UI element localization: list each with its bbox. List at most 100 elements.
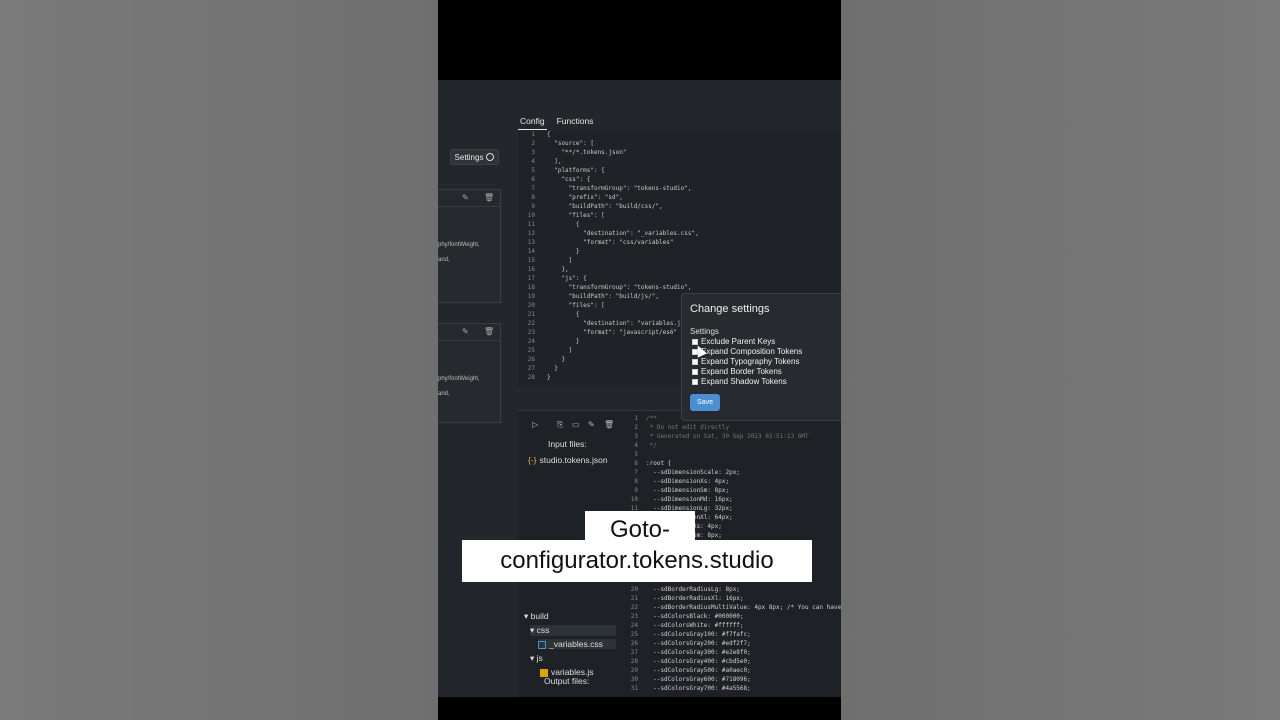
- gear-icon: [486, 153, 495, 161]
- code-line: 19 "buildPath": "build/js/",: [518, 293, 659, 302]
- checkbox[interactable]: [692, 358, 698, 365]
- code-text: "source": [: [547, 140, 594, 147]
- tab-functions[interactable]: Functions: [555, 116, 596, 130]
- tree-folder-css[interactable]: ▾ css: [530, 625, 616, 636]
- line-number: 23: [527, 329, 535, 336]
- option-expand-shadow[interactable]: Expand Shadow Tokens: [692, 377, 787, 386]
- line-number: 27: [527, 365, 535, 372]
- chevron-down-icon: ▾: [530, 653, 537, 663]
- settings-section-label: Settings: [690, 327, 719, 336]
- save-button[interactable]: Save: [690, 394, 720, 411]
- option-label: Expand Shadow Tokens: [701, 377, 787, 386]
- card-text-line: and,: [438, 257, 450, 263]
- tree-file-variables-js[interactable]: variables.js: [540, 667, 594, 677]
- checkbox[interactable]: [692, 338, 698, 345]
- js-file-icon: [540, 668, 548, 677]
- code-line: 8 "prefix": "sd",: [518, 194, 622, 203]
- code-text: "platforms": {: [547, 167, 605, 174]
- code-text: {: [547, 311, 580, 318]
- checkbox[interactable]: [692, 368, 698, 375]
- input-file-item[interactable]: {-} studio.tokens.json: [528, 455, 608, 465]
- edit-icon[interactable]: ✎: [588, 420, 595, 429]
- video-frame: Settings ✎ 🗑 phy/fontWeight, and, ✎ 🗑 ph…: [0, 0, 1280, 720]
- line-number: 2: [634, 424, 638, 431]
- edit-icon[interactable]: ✎: [462, 327, 469, 336]
- code-text: --sdDimensionMd: 16px;: [646, 496, 733, 503]
- play-icon[interactable]: ▷: [532, 420, 538, 429]
- settings-button[interactable]: Settings: [450, 149, 499, 165]
- code-text: "**/*.tokens.json": [547, 149, 627, 156]
- line-number: 6: [634, 460, 638, 467]
- code-line: 21 {: [518, 311, 580, 320]
- code-text: --sdColorsGray200: #edf2f7;: [646, 640, 751, 647]
- json-file-icon: {-}: [528, 455, 537, 465]
- code-line: 24 }: [518, 338, 580, 347]
- change-settings-modal: Change settings Settings Exclude Parent …: [681, 293, 841, 421]
- option-exclude-parent-keys[interactable]: Exclude Parent Keys: [692, 337, 775, 346]
- output-code-line: 26 --sdColorsGray200: #edf2f7;: [628, 640, 751, 649]
- line-number: 15: [527, 257, 535, 264]
- code-text: "transformGroup": "tokens-studio",: [547, 185, 692, 192]
- tree-folder-build[interactable]: ▾ build: [524, 611, 549, 622]
- code-text: {: [547, 221, 580, 228]
- code-text: --sdBorderRadiusLg: 8px;: [646, 586, 740, 593]
- new-folder-icon[interactable]: ▭: [572, 420, 580, 429]
- tree-file-variables-css[interactable]: _variables.css: [538, 639, 616, 649]
- tree-label: js: [536, 653, 543, 663]
- code-text: ],: [547, 158, 562, 165]
- checkbox[interactable]: [692, 378, 698, 385]
- trash-icon[interactable]: 🗑: [604, 420, 614, 429]
- code-text: "format": "javascript/es6": [547, 329, 678, 336]
- option-expand-typography[interactable]: Expand Typography Tokens: [692, 357, 799, 366]
- code-line: 22 "destination": "variables.j: [518, 320, 681, 329]
- option-expand-composition[interactable]: Expand Composition Tokens: [692, 347, 802, 356]
- tree-folder-js[interactable]: ▾ js: [530, 653, 543, 664]
- css-file-icon: [538, 640, 546, 649]
- line-number: 27: [630, 649, 638, 656]
- code-text: --sdColorsGray100: #f7fafc;: [646, 631, 751, 638]
- line-number: 4: [634, 442, 638, 449]
- chevron-down-icon: ▾: [530, 625, 537, 635]
- edit-icon[interactable]: ✎: [462, 193, 469, 202]
- code-text: --sdColorsGray500: #a0aec0;: [646, 667, 751, 674]
- tree-label: build: [530, 611, 549, 621]
- line-number: 23: [630, 613, 638, 620]
- code-line: 17 "js": {: [518, 275, 587, 284]
- code-line: 14 }: [518, 248, 580, 257]
- code-line: 28}: [518, 374, 551, 383]
- option-label: Expand Composition Tokens: [701, 347, 803, 356]
- trash-icon[interactable]: 🗑: [484, 193, 494, 202]
- code-line: 9 "buildPath": "build/css/",: [518, 203, 662, 212]
- code-text: "destination": "variables.j: [547, 320, 681, 327]
- line-number: 24: [630, 622, 638, 629]
- line-number: 25: [630, 631, 638, 638]
- code-text: "transformGroup": "tokens-studio",: [547, 284, 692, 291]
- line-number: 1: [634, 415, 638, 422]
- tree-label: variables.js: [551, 667, 594, 677]
- new-file-icon[interactable]: ⎘: [557, 420, 563, 430]
- line-number: 28: [527, 374, 535, 381]
- option-expand-border[interactable]: Expand Border Tokens: [692, 367, 782, 376]
- code-text: "format": "css/variables": [547, 239, 674, 246]
- line-number: 10: [527, 212, 535, 219]
- line-number: 28: [630, 658, 638, 665]
- code-text: "files": [: [547, 212, 605, 219]
- code-line: 4 ],: [518, 158, 561, 167]
- output-code-line: 22 --sdBorderRadiusMultiValue: 4px 8px; …: [628, 604, 841, 613]
- code-text: }: [547, 374, 551, 381]
- theme-card: ✎ 🗑 phy/fontWeight, and,: [438, 189, 501, 303]
- line-number: 8: [634, 478, 638, 485]
- output-code-line: 2 * Do not edit directly: [628, 424, 729, 433]
- output-code-line: 9 --sdDimensionSm: 8px;: [628, 487, 729, 496]
- code-text: /**: [646, 415, 657, 422]
- tab-config[interactable]: Config: [518, 116, 547, 130]
- code-line: 11 {: [518, 221, 580, 230]
- theme-card: ✎ 🗑 phy/fontWeight, and,: [438, 323, 501, 423]
- code-line: 3 "**/*.tokens.json": [518, 149, 626, 158]
- output-code-line: 20 --sdBorderRadiusLg: 8px;: [628, 586, 740, 595]
- editor-tabs: Config Functions: [518, 116, 595, 130]
- output-code-line: 3 * Generated on Sat, 30 Sep 2023 02:51:…: [628, 433, 808, 442]
- option-label: Exclude Parent Keys: [701, 337, 776, 346]
- line-number: 13: [527, 239, 535, 246]
- trash-icon[interactable]: 🗑: [484, 327, 494, 336]
